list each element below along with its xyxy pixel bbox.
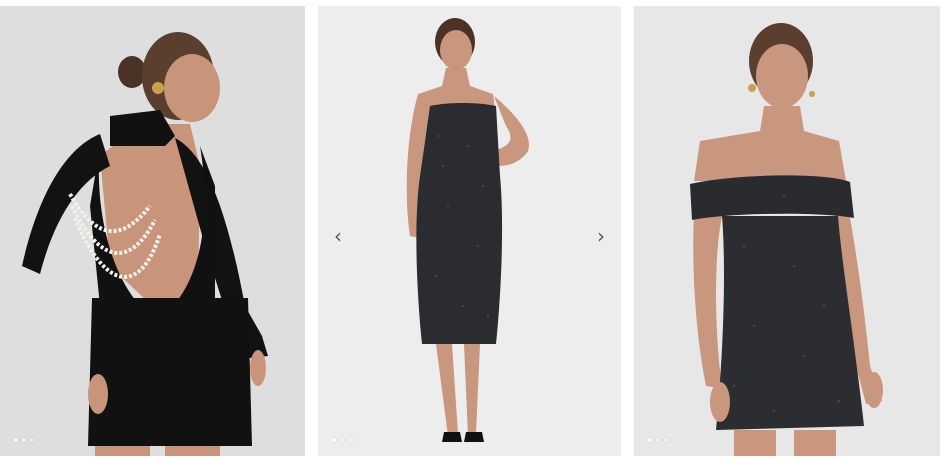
product-card[interactable]: ‹ › xyxy=(318,6,621,456)
carousel-dot[interactable] xyxy=(14,438,18,442)
carousel-dot[interactable] xyxy=(332,438,336,442)
product-image[interactable] xyxy=(318,6,621,456)
carousel-dot[interactable] xyxy=(648,438,652,442)
product-image[interactable] xyxy=(634,6,940,456)
carousel-indicator xyxy=(14,438,34,442)
carousel-dot[interactable] xyxy=(664,438,668,442)
carousel-dot[interactable] xyxy=(656,438,660,442)
carousel-dot[interactable] xyxy=(30,438,34,442)
product-card[interactable] xyxy=(634,6,940,456)
carousel-indicator xyxy=(648,438,668,442)
product-card[interactable] xyxy=(0,6,305,456)
carousel-indicator xyxy=(332,438,352,442)
chevron-right-icon[interactable]: › xyxy=(591,224,611,248)
carousel-dot[interactable] xyxy=(22,438,26,442)
product-grid: ‹ › xyxy=(0,0,942,458)
carousel-dot[interactable] xyxy=(340,438,344,442)
carousel-dot[interactable] xyxy=(348,438,352,442)
chevron-left-icon[interactable]: ‹ xyxy=(328,224,348,248)
product-image[interactable] xyxy=(0,6,305,456)
